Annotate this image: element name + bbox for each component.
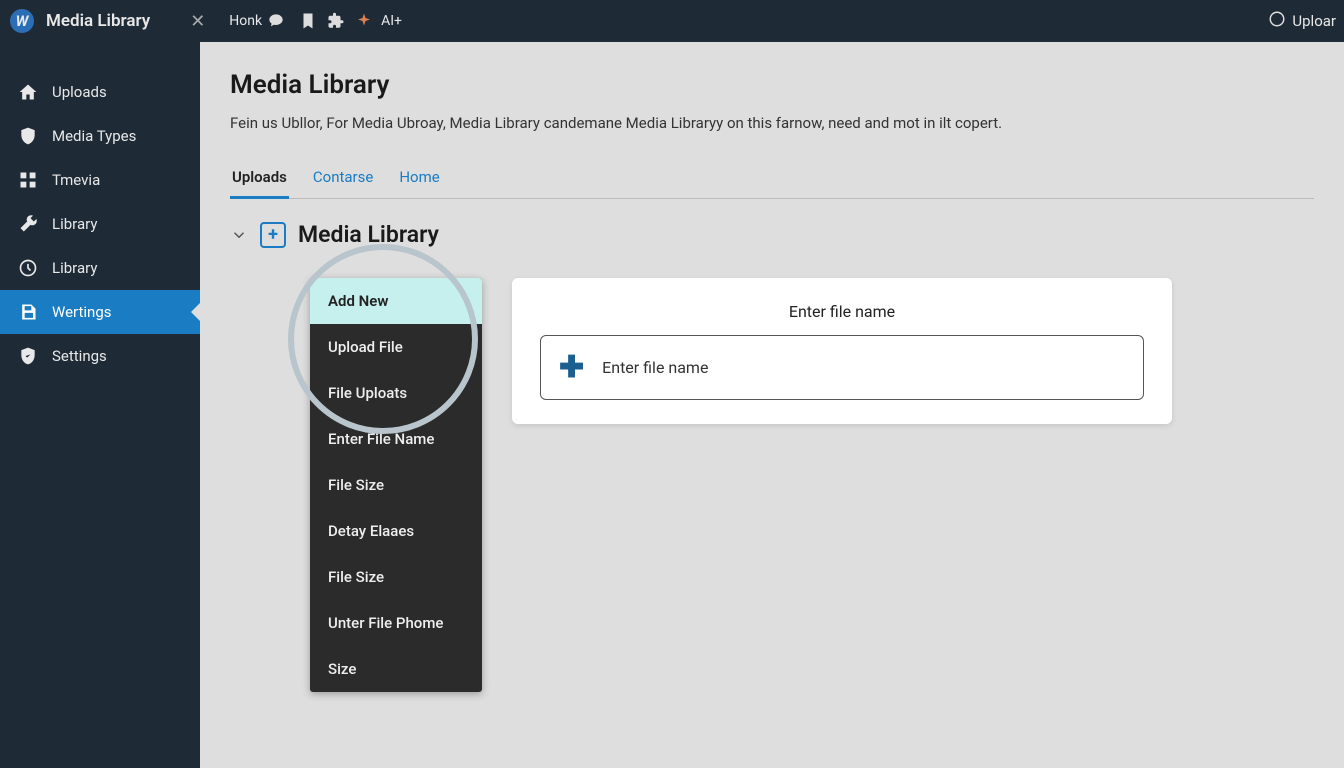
topbar: W Media Library ✕ Honk AI+ Uploar [0, 0, 1344, 42]
upload-label: Uploar [1292, 12, 1336, 30]
sidebar-label: Media Types [52, 127, 136, 145]
clock-icon [18, 258, 38, 278]
menu-item-file-size-1[interactable]: File Size [310, 462, 482, 508]
topbar-item-ai[interactable]: AI+ [381, 13, 402, 29]
sparkle-icon[interactable] [355, 12, 373, 30]
context-menu: Add New Upload File File Uploats Enter F… [310, 278, 482, 692]
circle-icon [1268, 10, 1286, 32]
home-icon [18, 82, 38, 102]
topbar-title: Media Library [46, 11, 150, 31]
tab-uploads[interactable]: Uploads [230, 158, 289, 199]
tab-home[interactable]: Home [397, 158, 441, 198]
menu-item-file-size-2[interactable]: File Size [310, 554, 482, 600]
page-title: Media Library [230, 70, 1314, 100]
tab-contarse[interactable]: Contarse [311, 158, 375, 198]
app-logo-icon[interactable]: W [10, 9, 34, 33]
sidebar-item-uploads[interactable]: Uploads [0, 70, 200, 114]
file-name-placeholder: Enter file name [602, 358, 708, 377]
page-description: Fein us Ubllor, For Media Ubroay, Media … [230, 114, 1314, 132]
sidebar-label: Tmevia [52, 171, 100, 189]
plus-icon: ✚ [559, 350, 584, 385]
sidebar-item-settings[interactable]: Settings [0, 334, 200, 378]
sidebar-label: Library [52, 215, 97, 233]
sidebar-label: Wertings [52, 303, 112, 321]
puzzle-icon[interactable] [327, 12, 345, 30]
topbar-label: Honk [229, 13, 262, 29]
main-content: Media Library Fein us Ubllor, For Media … [200, 42, 1344, 768]
menu-item-enter-file-name[interactable]: Enter File Name [310, 416, 482, 462]
menu-item-file-uploats[interactable]: File Uploats [310, 370, 482, 416]
menu-item-add-new[interactable]: Add New [310, 278, 482, 324]
bookmark-icon[interactable] [299, 12, 317, 30]
menu-item-size[interactable]: Size [310, 646, 482, 692]
sidebar-item-media-types[interactable]: Media Types [0, 114, 200, 158]
wrench-icon [18, 214, 38, 234]
sidebar-item-library-2[interactable]: Library [0, 246, 200, 290]
menu-item-detay-elaaes[interactable]: Detay Elaaes [310, 508, 482, 554]
upload-button[interactable]: Uploar [1268, 10, 1336, 32]
menu-item-upload-file[interactable]: Upload File [310, 324, 482, 370]
shield-icon [18, 126, 38, 146]
settings-icon [18, 346, 38, 366]
chat-icon [267, 12, 285, 30]
upload-card-label: Enter file name [540, 302, 1144, 321]
section-header: + Media Library [230, 221, 1314, 248]
sidebar-label: Library [52, 259, 97, 277]
sidebar-item-tmevia[interactable]: Tmevia [0, 158, 200, 202]
topbar-label: AI+ [381, 13, 402, 29]
tabs: Uploads Contarse Home [230, 158, 1314, 199]
sidebar-label: Settings [52, 347, 107, 365]
close-icon[interactable]: ✕ [190, 11, 205, 32]
sidebar: Uploads Media Types Tmevia Library Libra… [0, 42, 200, 768]
upload-card: Enter file name ✚ Enter file name [512, 278, 1172, 424]
topbar-item-honk[interactable]: Honk [229, 12, 285, 30]
sidebar-item-wertings[interactable]: Wertings [0, 290, 200, 334]
sidebar-item-library-1[interactable]: Library [0, 202, 200, 246]
chevron-down-icon[interactable] [230, 226, 248, 244]
sidebar-label: Uploads [52, 83, 107, 101]
section-title: Media Library [298, 221, 439, 248]
menu-item-unter-file-phome[interactable]: Unter File Phome [310, 600, 482, 646]
save-icon [18, 302, 38, 322]
file-name-input[interactable]: ✚ Enter file name [540, 335, 1144, 400]
add-section-button[interactable]: + [260, 222, 286, 248]
grid-icon [18, 170, 38, 190]
